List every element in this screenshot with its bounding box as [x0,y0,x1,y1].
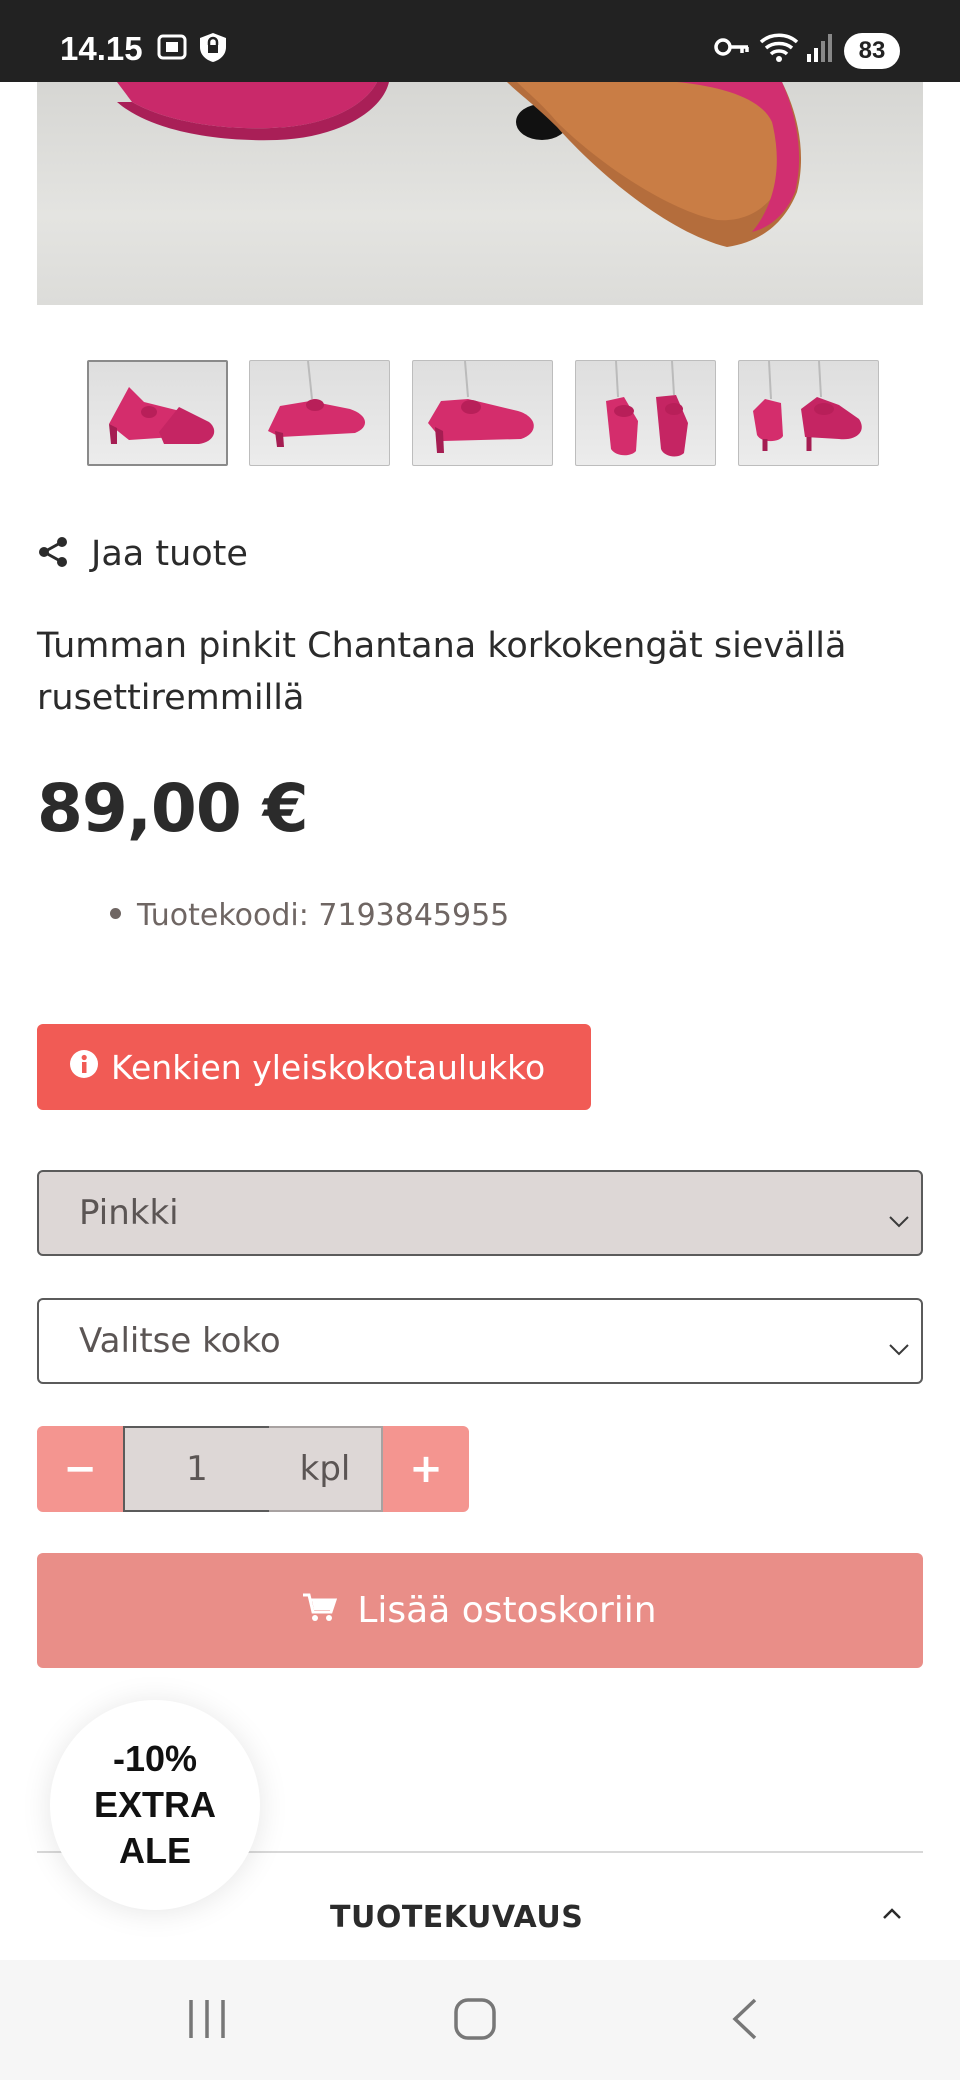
product-code-text: Tuotekoodi: 7193845955 [137,898,510,933]
promo-line-1: -10% [112,1738,198,1779]
cart-icon [303,1590,338,1631]
system-navigation-bar [0,1960,960,2080]
add-to-cart-label: Lisää ostoskoriin [357,1590,657,1631]
share-product[interactable]: Jaa tuote [37,532,248,576]
chevron-up-icon[interactable] [880,1902,904,1930]
thumbnail-5[interactable] [738,360,879,466]
bullet [110,908,121,919]
thumbnail-1[interactable] [87,360,228,466]
description-heading[interactable]: TUOTEKUVAUS [330,1900,583,1935]
share-icon [37,536,69,572]
info-icon [69,1048,99,1087]
signal-icon [805,30,835,68]
status-time: 14.15 [60,30,143,67]
quantity-unit: kpl [269,1426,383,1512]
product-title: Tumman pinkit Chantana korkokengät sievä… [37,626,847,718]
color-select[interactable]: Pinkki [37,1170,923,1256]
size-chart-button[interactable]: Kenkien yleiskokotaulukko [37,1024,591,1110]
wifi-icon [757,30,801,68]
quantity-input[interactable]: 1 [123,1426,271,1512]
promo-line-2: EXTRA [93,1784,216,1825]
thumbnail-4[interactable] [575,360,716,466]
product-price: 89,00 € [37,770,309,847]
quantity-decrease-button[interactable]: − [37,1426,123,1512]
color-select-value: Pinkki [79,1193,179,1233]
home-icon[interactable] [453,1996,497,2046]
screenshot-icon [155,30,189,68]
chevron-down-icon [887,1202,911,1242]
status-bar: 14.15 83 [0,0,960,82]
key-icon [712,30,752,68]
extra-sale-badge[interactable]: -10% EXTRA ALE [50,1700,260,1910]
battery-indicator: 83 [844,33,900,69]
quantity-increase-button[interactable]: + [383,1426,469,1512]
size-chart-label: Kenkien yleiskokotaulukko [111,1047,546,1087]
thumbnail-2[interactable] [249,360,390,466]
size-select[interactable]: Valitse koko [37,1298,923,1384]
promo-line-3: ALE [119,1830,191,1871]
back-icon[interactable] [725,1996,769,2046]
recent-apps-icon[interactable] [185,1996,229,2046]
chevron-down-icon [887,1330,911,1370]
product-main-image[interactable] [37,82,923,305]
product-code: Tuotekoodi: 7193845955 [110,898,509,933]
thumbnail-3[interactable] [412,360,553,466]
size-select-placeholder: Valitse koko [79,1321,281,1361]
add-to-cart-button[interactable]: Lisää ostoskoriin [37,1553,923,1668]
shield-icon [196,30,230,68]
share-label: Jaa tuote [91,534,248,574]
